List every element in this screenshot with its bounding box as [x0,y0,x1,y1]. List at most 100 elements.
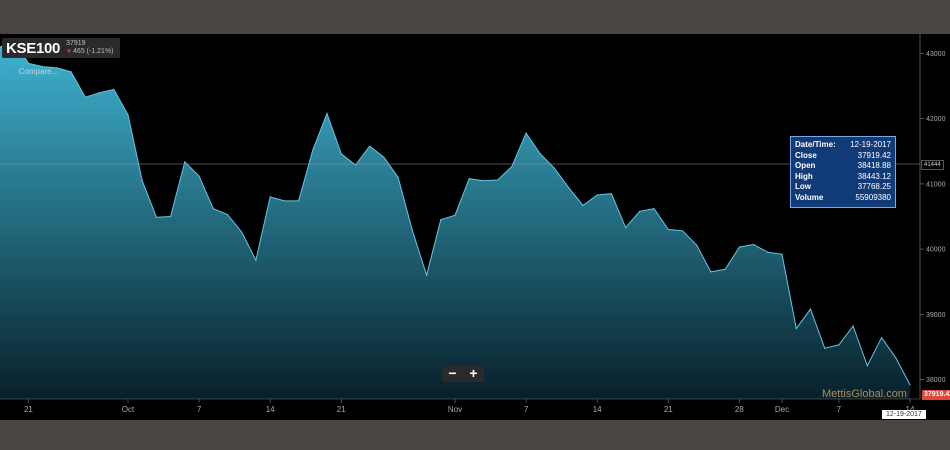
tooltip-value: 55909380 [855,192,891,202]
down-arrow-icon: ▼ [66,49,73,55]
y-tick-label: 40000 [926,247,946,254]
data-point [170,215,172,218]
tooltip-row: Open 38418.88 [795,161,891,172]
data-point [653,208,655,210]
data-point [312,149,314,151]
y-tick-label: 43000 [926,51,946,58]
data-point [738,246,741,248]
cursor-date-label: 12-19-2017 [882,410,926,419]
ticker-symbol: KSE100 [6,39,61,57]
data-point [809,308,812,310]
data-point [383,156,385,158]
data-point [397,176,399,178]
data-point [525,132,527,134]
tooltip-key: Low [795,182,811,192]
data-point [511,165,513,167]
data-point [184,161,186,163]
plus-icon: + [10,67,15,76]
tooltip-row: Date/Time: 12-19-2017 [795,140,891,151]
data-point [795,328,797,330]
data-point [212,208,214,210]
tooltip-row: High 38443.12 [795,172,891,183]
price-area-chart: 38000 39000 40000 41000 42000 43000 21 Oct 7 14 21… [0,34,946,414]
data-point [895,357,897,359]
zoom-out-button[interactable]: − [442,366,463,382]
data-point [298,200,300,202]
data-point [568,187,570,189]
x-tick-label: 21 [337,405,346,414]
last-price-label: 37919.42 [922,390,950,400]
x-tick-label: Nov [448,405,462,414]
data-point [84,96,86,98]
data-point [625,227,627,229]
data-point [610,193,613,195]
data-point [539,153,541,155]
tooltip-key: Date/Time: [795,140,836,149]
data-point [596,194,598,196]
data-point [340,153,342,155]
data-tooltip: Date/Time: 12-19-2017 Close 37919.42 Open 384… [790,136,896,208]
data-point [369,145,371,147]
data-point [98,92,101,94]
data-point [681,230,684,232]
x-tick-label: 14 [593,405,602,414]
x-tick-label: 7 [197,405,202,414]
data-point [639,210,641,212]
compare-button[interactable]: + Compare... [10,67,58,76]
zoom-controls: − + [442,366,484,382]
y-tick-label: 41000 [926,181,946,188]
watermark: MettisGlobal.com [822,388,907,400]
data-point [113,88,115,90]
x-tick-label: Dec [775,405,789,414]
data-point [696,244,698,246]
data-point [255,259,257,261]
tooltip-row: Low 37768.25 [795,182,891,193]
data-point [440,219,442,221]
x-tick-label: 21 [24,405,33,414]
x-tick-label: 7 [837,405,842,414]
x-tick-label: 14 [266,405,275,414]
price-area [0,40,910,399]
zoom-in-button[interactable]: + [463,366,484,382]
data-point [70,71,72,73]
data-point [198,175,200,177]
data-point [909,384,911,386]
data-point [852,325,854,327]
data-point [454,214,456,216]
tooltip-value: 38418.88 [857,161,891,171]
x-tick-label: 21 [664,405,673,414]
tooltip-value: 12-19-2017 [850,140,891,149]
data-point [866,365,868,367]
x-tick-label: 28 [735,405,744,414]
ticker-badge: KSE100 37919 ▼465 (-1.21%) [2,38,120,58]
data-point [824,347,826,349]
data-point [127,114,129,116]
data-point [482,180,484,182]
chart-frame: 38000 39000 40000 41000 42000 43000 21 Oct 7 14 21… [0,34,950,420]
tooltip-key: High [795,171,813,181]
ticker-change: 465 (-1.21%) [73,48,114,55]
ticker-price: 37919 [66,40,86,47]
data-point [426,274,428,276]
tooltip-row: Close 37919.42 [795,151,891,162]
tooltip-row: Volume 55909380 [795,193,891,204]
data-point [354,164,357,166]
data-point [141,180,143,182]
y-tick-label: 38000 [926,377,946,384]
data-point [27,62,29,64]
data-point [241,231,243,233]
data-point [326,112,328,115]
data-point [753,243,755,246]
data-point [269,196,271,198]
data-point [155,216,157,218]
data-point [411,229,413,231]
data-point [667,228,669,231]
y-tick-label: 42000 [926,116,946,123]
tooltip-value: 38443.12 [857,171,891,181]
tooltip-value: 37919.42 [857,150,891,160]
data-point [781,253,783,255]
data-point [881,337,883,339]
tooltip-key: Open [795,161,816,171]
x-tick-label: 7 [524,405,529,414]
data-point [582,204,584,206]
